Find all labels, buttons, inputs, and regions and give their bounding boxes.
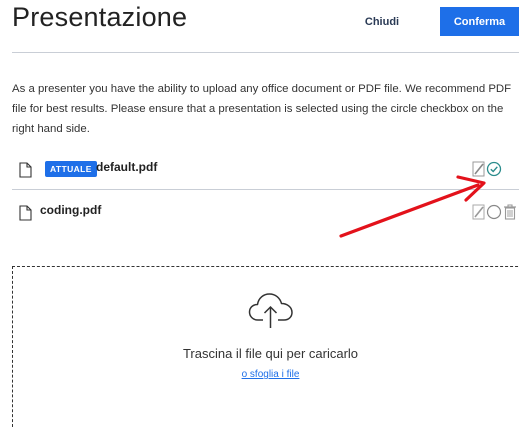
file-name: default.pdf [96, 160, 158, 174]
current-badge: ATTUALE [45, 161, 97, 177]
dropzone-text: Trascina il file qui per caricarlo [182, 346, 359, 361]
file-icon [19, 162, 32, 178]
description-line: file for best results. Please ensure tha… [12, 103, 504, 115]
page-title: Presentazione [12, 2, 188, 32]
confirm-button[interactable]: Conferma [440, 7, 519, 36]
file-icon [19, 205, 32, 221]
edit-icon[interactable] [471, 160, 487, 178]
browse-files-link[interactable]: o sfoglia i file [0, 369, 519, 380]
circle-icon[interactable] [486, 203, 502, 221]
description: As a presenter you have the ability to u… [12, 79, 519, 139]
edit-icon[interactable] [471, 203, 487, 221]
header-divider [12, 52, 519, 53]
file-row-coding: coding.pdf [12, 199, 519, 229]
close-button[interactable]: Chiudi [356, 12, 408, 32]
file-row-default: ATTUALE default.pdf [12, 156, 519, 186]
check-circle-icon[interactable] [486, 160, 502, 178]
cloud-upload-icon [248, 293, 293, 328]
trash-icon[interactable] [502, 203, 518, 221]
description-line: As a presenter you have the ability to u… [12, 83, 512, 95]
row-divider [12, 189, 519, 190]
description-line: right hand side. [12, 123, 90, 135]
file-name: coding.pdf [40, 203, 102, 217]
